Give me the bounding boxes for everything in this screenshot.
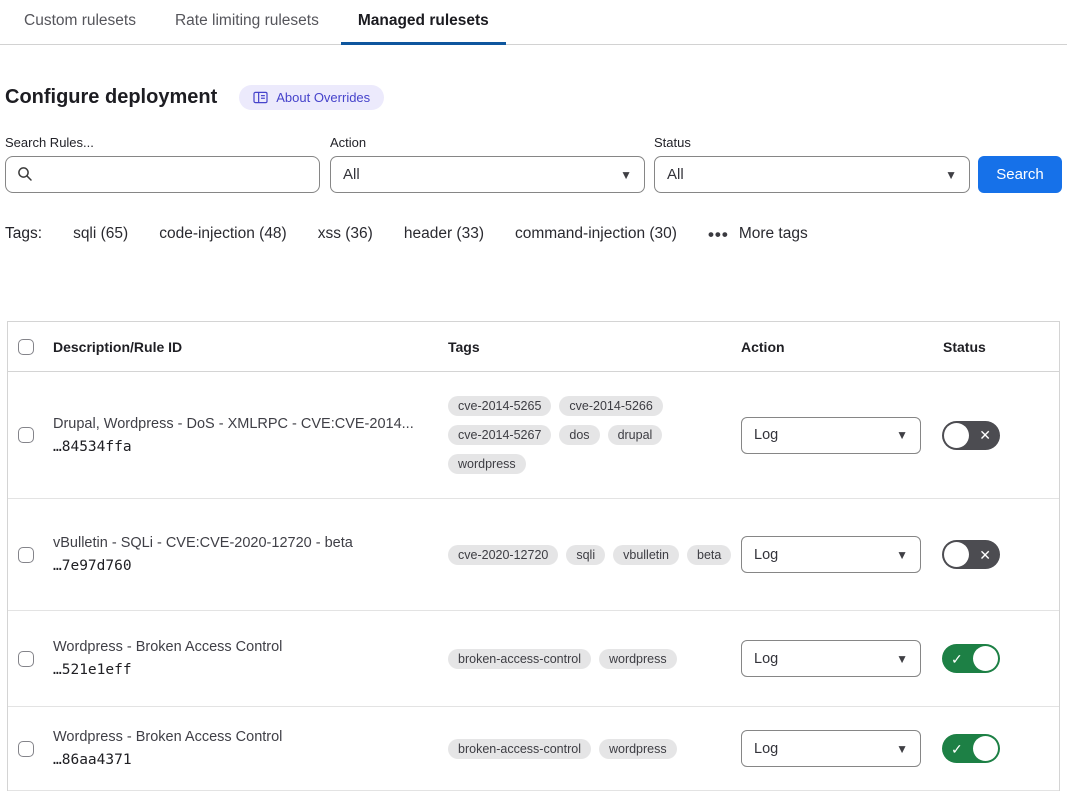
rule-tag-pill: dos [559,425,599,445]
rule-tag-pill: cve-2014-5265 [448,396,551,416]
rule-id: …84534ffa [53,439,441,455]
table-header-row: Description/Rule ID Tags Action Status [8,322,1059,372]
rule-tag-pill: broken-access-control [448,739,591,759]
book-icon [253,91,268,104]
toggle-knob [973,736,998,761]
column-header-action: Action [734,339,936,355]
action-filter-select[interactable]: All ▼ [330,156,645,193]
rule-description: vBulletin - SQLi - CVE:CVE-2020-12720 - … [53,535,441,551]
rule-action-value: Log [754,741,778,757]
search-rules-input[interactable] [5,156,320,193]
search-button[interactable]: Search [978,156,1062,193]
rule-description: Drupal, Wordpress - DoS - XMLRPC - CVE:C… [53,416,441,432]
rule-tag-pill: drupal [608,425,663,445]
check-icon: ✓ [951,742,963,756]
row-checkbox[interactable] [18,427,34,443]
chevron-down-icon: ▼ [896,653,908,665]
rule-tag-pill: vbulletin [613,545,679,565]
rule-action-value: Log [754,651,778,667]
tab-managed-rulesets[interactable]: Managed rulesets [341,0,506,45]
action-filter-label: Action [330,135,654,150]
row-checkbox[interactable] [18,547,34,563]
tags-bar-label: Tags: [5,225,42,243]
select-all-checkbox[interactable] [18,339,34,355]
check-icon: ✓ [951,652,963,666]
chevron-down-icon: ▼ [620,169,632,181]
more-tags-ellipsis-icon: ••• [708,226,729,243]
rule-tag-pill: cve-2014-5267 [448,425,551,445]
about-overrides-label: About Overrides [276,90,370,105]
toggle-knob [944,423,969,448]
rule-action-value: Log [754,547,778,563]
action-filter-value: All [343,166,360,183]
x-icon: ✕ [979,548,991,562]
rule-id: …521e1eff [53,662,441,678]
rule-tag-pill: cve-2020-12720 [448,545,558,565]
rule-status-toggle[interactable]: ✓ ✕ [942,734,1000,763]
search-icon [17,166,33,182]
rule-action-select[interactable]: Log ▼ [741,640,921,677]
tab-custom-rulesets[interactable]: Custom rulesets [7,0,153,45]
toggle-knob [944,542,969,567]
status-filter-value: All [667,166,684,183]
chevron-down-icon: ▼ [896,743,908,755]
chevron-down-icon: ▼ [896,429,908,441]
page-header: Configure deployment About Overrides [5,85,1067,110]
rule-action-select[interactable]: Log ▼ [741,730,921,767]
tag-filter-header[interactable]: header (33) [404,225,484,243]
row-checkbox[interactable] [18,651,34,667]
rule-tag-pill: wordpress [448,454,526,474]
about-overrides-link[interactable]: About Overrides [239,85,384,110]
rule-status-toggle[interactable]: ✓ ✕ [942,421,1000,450]
rule-status-toggle[interactable]: ✓ ✕ [942,644,1000,673]
page-title: Configure deployment [5,86,217,109]
status-filter-label: Status [654,135,978,150]
column-header-status: Status [936,339,1059,355]
rule-id: …86aa4371 [53,752,441,768]
toggle-knob [973,646,998,671]
tag-filter-command-injection[interactable]: command-injection (30) [515,225,677,243]
search-rules-label: Search Rules... [5,135,330,150]
rule-tag-pill: wordpress [599,649,677,669]
rule-tag-pill: wordpress [599,739,677,759]
filter-bar: Search Rules... Action All ▼ Status All … [5,135,1067,193]
table-row: vBulletin - SQLi - CVE:CVE-2020-12720 - … [8,499,1059,611]
rule-action-select[interactable]: Log ▼ [741,417,921,454]
more-tags-button[interactable]: ••• More tags [708,225,808,243]
status-filter-select[interactable]: All ▼ [654,156,970,193]
tag-filter-code-injection[interactable]: code-injection (48) [159,225,287,243]
column-header-description: Description/Rule ID [46,339,441,355]
rule-description: Wordpress - Broken Access Control [53,639,441,655]
column-header-tags: Tags [441,339,734,355]
rules-table: Description/Rule ID Tags Action Status D… [7,321,1060,791]
tag-filter-sqli[interactable]: sqli (65) [73,225,128,243]
rule-tag-pill: cve-2014-5266 [559,396,662,416]
ruleset-tabs: Custom rulesets Rate limiting rulesets M… [0,0,1067,45]
tag-filter-xss[interactable]: xss (36) [318,225,373,243]
rule-description: Wordpress - Broken Access Control [53,729,441,745]
rule-action-select[interactable]: Log ▼ [741,536,921,573]
row-checkbox[interactable] [18,741,34,757]
table-row: Drupal, Wordpress - DoS - XMLRPC - CVE:C… [8,372,1059,499]
tags-bar: Tags: sqli (65) code-injection (48) xss … [5,223,1067,245]
rule-tag-pill: sqli [566,545,605,565]
rule-id: …7e97d760 [53,558,441,574]
x-icon: ✕ [979,428,991,442]
tab-rate-limiting-rulesets[interactable]: Rate limiting rulesets [158,0,336,45]
chevron-down-icon: ▼ [945,169,957,181]
rule-tag-pill: beta [687,545,731,565]
rule-status-toggle[interactable]: ✓ ✕ [942,540,1000,569]
table-row: Wordpress - Broken Access Control …86aa4… [8,707,1059,791]
more-tags-label: More tags [739,225,808,243]
rule-action-value: Log [754,427,778,443]
table-row: Wordpress - Broken Access Control …521e1… [8,611,1059,707]
rule-tag-pill: broken-access-control [448,649,591,669]
chevron-down-icon: ▼ [896,549,908,561]
